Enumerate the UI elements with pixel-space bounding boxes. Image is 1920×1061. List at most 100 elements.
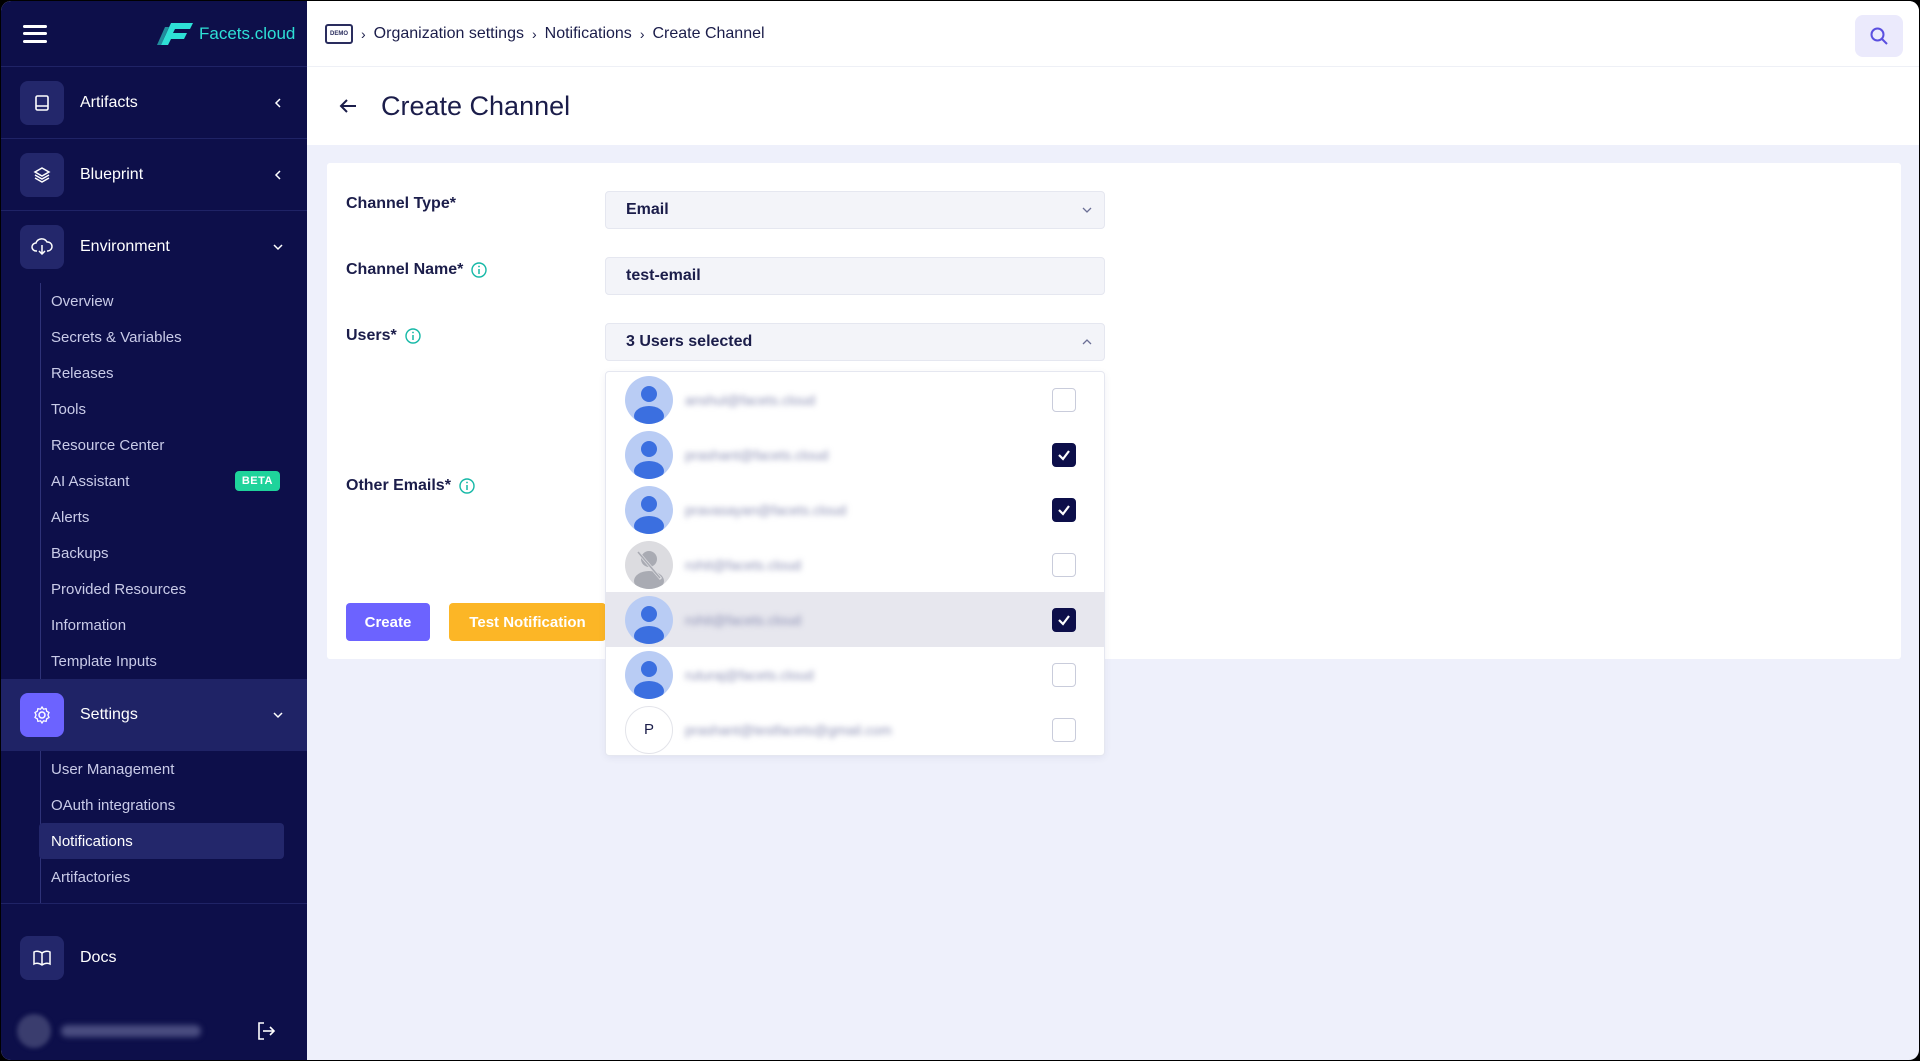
user-option[interactable]: pravasayan@facets.cloud — [606, 482, 1104, 537]
user-email: prashant@facets.cloud — [685, 446, 829, 463]
channel-name-value: test-email — [626, 267, 701, 284]
chevron-left-icon — [274, 169, 281, 180]
user-checkbox-checked[interactable] — [1052, 442, 1076, 467]
sidebar-item-resource-center[interactable]: Resource Center — [39, 427, 284, 463]
search-button[interactable] — [1855, 15, 1903, 57]
brand-name: Facets.cloud — [199, 23, 296, 43]
other-emails-label: Other Emails* — [346, 477, 475, 495]
sidebar-group-artifacts[interactable]: Artifacts — [1, 67, 307, 139]
info-icon[interactable] — [471, 262, 488, 278]
chevron-down-icon — [273, 244, 283, 251]
disabled-user-icon — [625, 540, 673, 589]
user-option[interactable]: P prashant@testfacets@gmail.com — [606, 702, 1104, 755]
logout-icon[interactable] — [255, 1020, 277, 1042]
sidebar-item-oauth-integrations[interactable]: OAuth integrations — [39, 787, 284, 823]
sidebar-item-user-management[interactable]: User Management — [39, 751, 284, 787]
users-selected-count: 3 Users selected — [626, 333, 753, 350]
avatar — [17, 1014, 51, 1048]
check-icon — [1058, 504, 1070, 516]
test-notification-button[interactable]: Test Notification — [449, 603, 606, 641]
sidebar-item-secrets-variables[interactable]: Secrets & Variables — [39, 319, 284, 355]
label-text: Channel Name* — [346, 261, 464, 278]
sidebar-group-label: Blueprint — [80, 165, 144, 183]
sidebar-item-template-inputs[interactable]: Template Inputs — [39, 643, 284, 679]
user-checkbox-checked[interactable] — [1052, 497, 1076, 522]
logo[interactable]: Facets.cloud — [157, 21, 295, 47]
gear-icon — [20, 693, 64, 737]
page-title: Create Channel — [381, 90, 571, 121]
breadcrumb-create-channel: Create Channel — [652, 24, 765, 42]
user-avatar-icon — [625, 485, 673, 534]
create-channel-form: Channel Type* Email Channel Name* test-e… — [327, 163, 1901, 659]
layers-icon — [20, 152, 64, 197]
user-email: rohit@facets.cloud — [685, 611, 802, 628]
open-book-icon — [20, 936, 64, 980]
sidebar-item-artifactories[interactable]: Artifactories — [39, 859, 284, 895]
sidebar-group-label: Artifacts — [80, 93, 138, 111]
user-email: pravasayan@facets.cloud — [685, 501, 847, 518]
label-text: Users* — [346, 327, 397, 344]
user-checkbox[interactable] — [1052, 387, 1076, 412]
user-avatar-icon — [625, 595, 673, 644]
channel-name-input[interactable]: test-email — [605, 257, 1105, 295]
app-window: Facets.cloud Artifacts Blueprint Environ… — [1, 1, 1919, 1060]
user-email: rohit@facets.cloud — [685, 556, 802, 573]
user-option[interactable]: rohit@facets.cloud — [606, 537, 1104, 592]
user-name-redacted — [61, 1025, 201, 1037]
demo-icon: DEMO — [325, 23, 353, 44]
sidebar: Facets.cloud Artifacts Blueprint Environ… — [1, 1, 307, 1060]
back-arrow-icon[interactable] — [337, 95, 359, 117]
sidebar-item-ai-assistant[interactable]: AI Assistant BETA — [39, 463, 284, 499]
user-checkbox[interactable] — [1052, 717, 1076, 742]
sidebar-group-docs[interactable]: Docs — [1, 922, 307, 994]
breadcrumb-organization-settings[interactable]: Organization settings — [374, 25, 524, 43]
user-checkbox[interactable] — [1052, 662, 1076, 687]
channel-type-select[interactable]: Email — [605, 191, 1105, 229]
info-icon[interactable] — [459, 478, 475, 494]
sidebar-group-settings[interactable]: Settings — [1, 679, 307, 751]
users-label: Users* — [346, 327, 421, 345]
info-icon[interactable] — [405, 328, 421, 344]
sidebar-header: Facets.cloud — [1, 1, 307, 67]
menu-icon[interactable] — [23, 24, 47, 43]
user-initial-avatar: P — [625, 705, 673, 754]
user-avatar-icon — [625, 650, 673, 699]
user-email: ruturaj@facets.cloud — [685, 666, 814, 683]
sidebar-item-alerts[interactable]: Alerts — [39, 499, 284, 535]
chevron-right-icon: › — [361, 25, 366, 42]
sidebar-item-tools[interactable]: Tools — [39, 391, 284, 427]
user-profile[interactable] — [1, 1002, 307, 1060]
sidebar-item-backups[interactable]: Backups — [39, 535, 284, 571]
chevron-down-icon — [273, 712, 283, 719]
users-dropdown-list: anshul@facets.cloud prashant@facets.clou… — [605, 371, 1105, 756]
chevron-right-icon: › — [531, 25, 537, 42]
user-checkbox-checked[interactable] — [1052, 607, 1076, 632]
check-icon — [1058, 449, 1070, 461]
breadcrumb-notifications[interactable]: Notifications — [545, 25, 632, 43]
sidebar-group-label: Environment — [80, 238, 170, 255]
sidebar-item-notifications[interactable]: Notifications — [39, 823, 284, 859]
sidebar-item-information[interactable]: Information — [39, 607, 284, 643]
user-email: anshul@facets.cloud — [685, 391, 816, 408]
label-text: Channel Type* — [346, 195, 456, 212]
user-option[interactable]: anshul@facets.cloud — [606, 372, 1104, 427]
label-text: Other Emails* — [346, 477, 451, 494]
sidebar-group-environment[interactable]: Environment — [1, 211, 307, 283]
sidebar-item-provided-resources[interactable]: Provided Resources — [39, 571, 284, 607]
sidebar-item-releases[interactable]: Releases — [39, 355, 284, 391]
sidebar-group-label: Settings — [80, 706, 138, 723]
sidebar-item-label: AI Assistant — [51, 472, 130, 490]
create-button[interactable]: Create — [346, 603, 430, 641]
channel-type-value: Email — [626, 201, 669, 218]
user-option[interactable]: rohit@facets.cloud — [606, 592, 1104, 647]
channel-type-label: Channel Type* — [346, 195, 456, 213]
user-checkbox[interactable] — [1052, 552, 1076, 577]
user-option[interactable]: ruturaj@facets.cloud — [606, 647, 1104, 702]
users-multiselect[interactable]: 3 Users selected — [605, 323, 1105, 361]
sidebar-group-label: Docs — [80, 949, 117, 966]
sidebar-item-overview[interactable]: Overview — [39, 283, 284, 319]
user-option[interactable]: prashant@facets.cloud — [606, 427, 1104, 482]
sidebar-group-blueprint[interactable]: Blueprint — [1, 139, 307, 211]
book-icon — [20, 80, 64, 125]
beta-badge: BETA — [234, 471, 280, 491]
